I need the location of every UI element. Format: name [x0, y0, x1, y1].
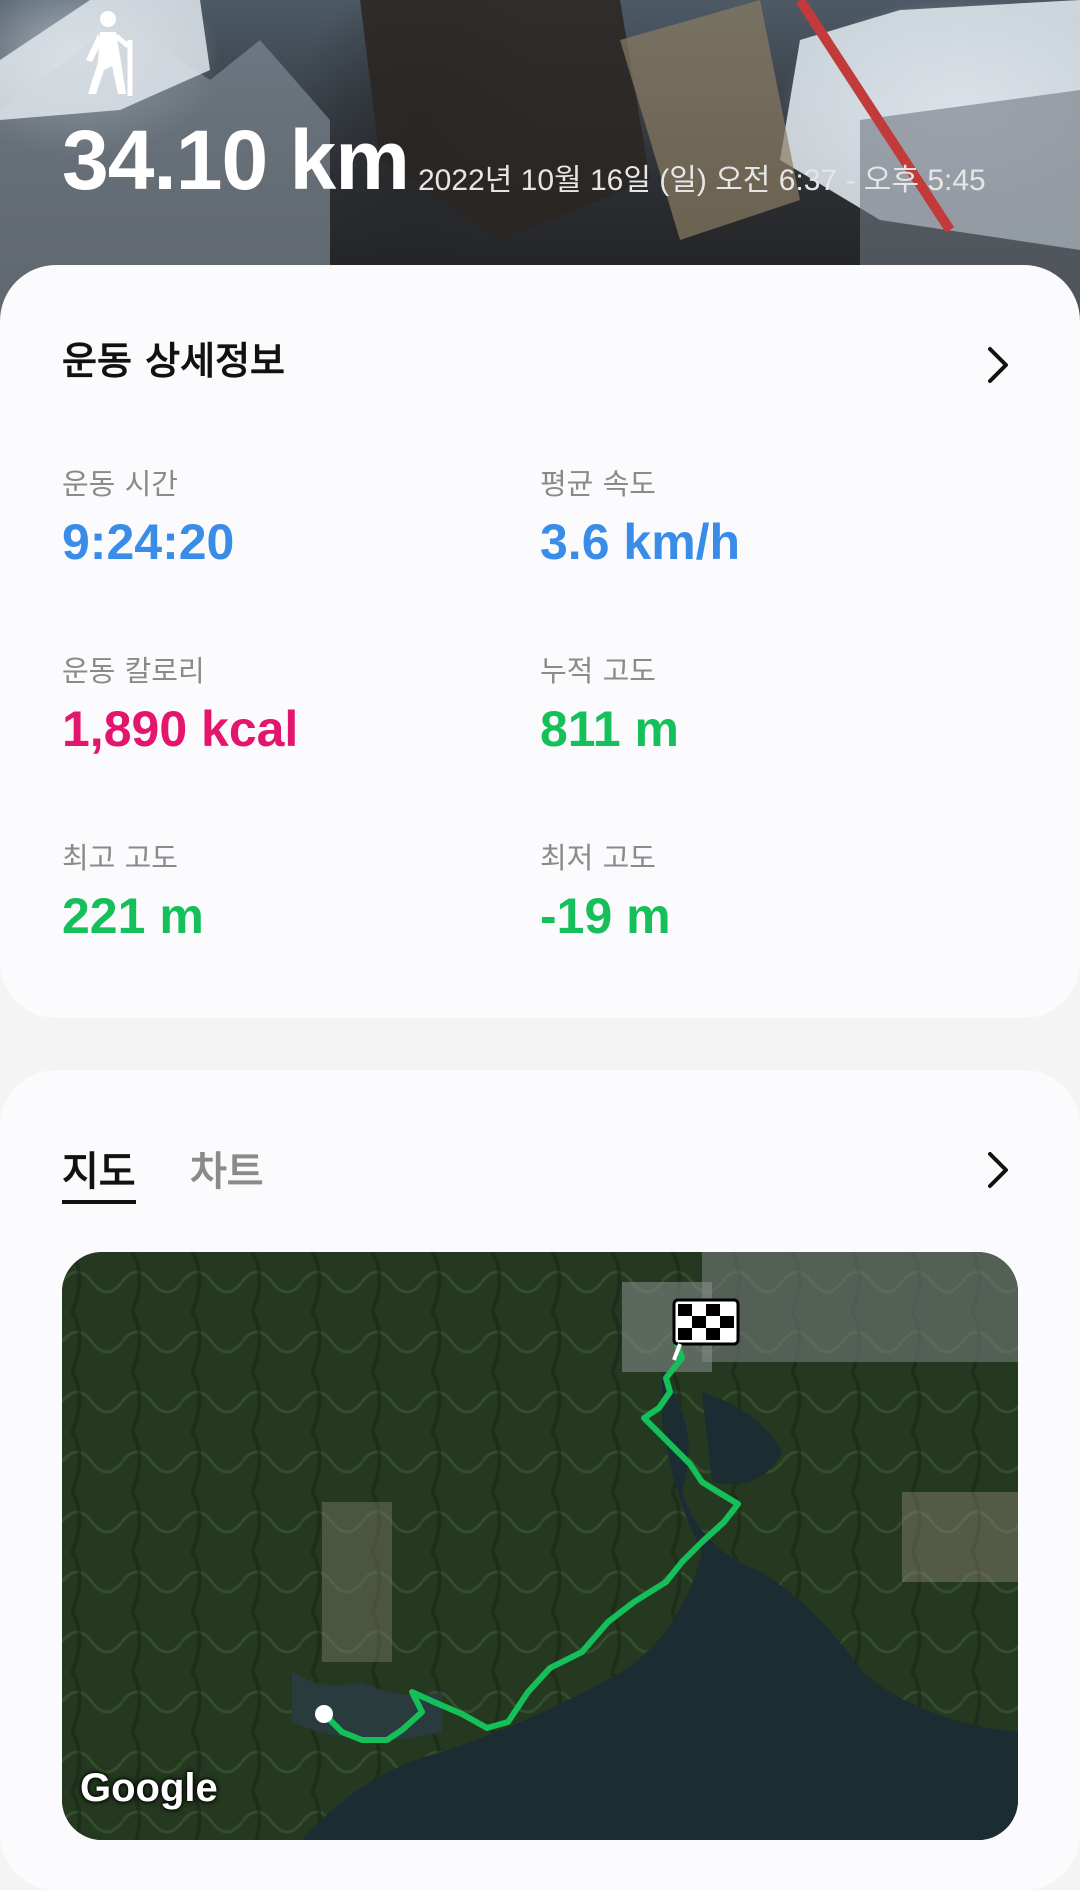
stat-label-avg-speed: 평균 속도	[540, 467, 656, 501]
start-dot-icon	[315, 1705, 333, 1723]
stat-label-elevation-gain: 누적 고도	[540, 654, 656, 688]
stat-value-max-altitude: 221 m	[62, 888, 204, 944]
satellite-map-image	[62, 1252, 1018, 1840]
chevron-right-icon[interactable]	[982, 345, 1012, 385]
tab-chart[interactable]: 차트	[190, 1152, 264, 1192]
tab-map[interactable]: 지도	[62, 1152, 136, 1192]
route-map[interactable]	[62, 1252, 1018, 1840]
stat-label-max-altitude: 최고 고도	[62, 841, 178, 875]
stat-label-calories: 운동 칼로리	[62, 654, 205, 688]
hiking-person-icon	[86, 11, 133, 96]
total-distance: 34.10 km	[62, 113, 410, 207]
google-logo: Google	[80, 1766, 218, 1810]
active-tab-indicator	[62, 1200, 136, 1204]
workout-date-time: 2022년 10월 16일 (일) 오전 6:37 - 오후 5:45	[418, 164, 986, 197]
stat-value-calories: 1,890 kcal	[62, 701, 299, 757]
workout-details-title: 운동 상세정보	[62, 339, 285, 383]
stat-label-duration: 운동 시간	[62, 467, 178, 501]
chevron-right-icon[interactable]	[982, 1150, 1012, 1190]
stat-value-duration: 9:24:20	[62, 514, 235, 570]
stat-label-min-altitude: 최저 고도	[540, 841, 656, 875]
stat-value-avg-speed: 3.6 km/h	[540, 514, 741, 570]
stat-value-elevation-gain: 811 m	[540, 701, 680, 757]
stat-value-min-altitude: -19 m	[540, 888, 671, 944]
